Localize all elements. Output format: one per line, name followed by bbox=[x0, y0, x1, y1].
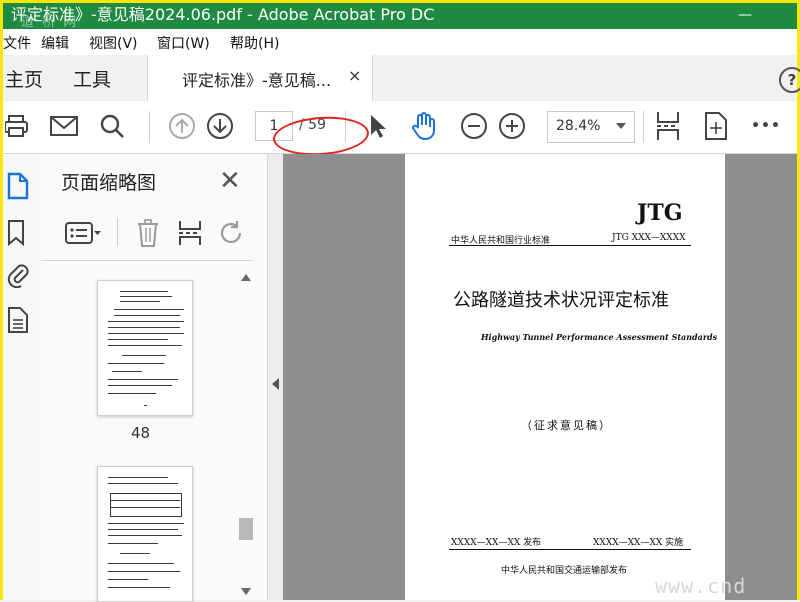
doc-title-en: Highway Tunnel Performance Assessment St… bbox=[481, 332, 718, 342]
page-thumbnail[interactable] bbox=[97, 280, 193, 416]
menu-view[interactable]: 视图(V) bbox=[89, 33, 138, 53]
extract-pages-icon[interactable] bbox=[175, 218, 205, 248]
scroll-down-icon[interactable] bbox=[241, 588, 251, 595]
chevron-down-icon bbox=[616, 123, 626, 129]
close-panel-button[interactable]: ✕ bbox=[219, 166, 241, 196]
panel-splitter[interactable] bbox=[267, 154, 284, 600]
navigation-pane bbox=[3, 154, 42, 600]
toolbar-divider bbox=[149, 111, 150, 143]
pdf-page: JTG 中华人民共和国行业标准 JTG XXX—XXXX 公路隧道技术状况评定标… bbox=[405, 154, 725, 600]
fit-page-icon[interactable] bbox=[653, 111, 683, 141]
site-watermark: www.cnd bbox=[655, 574, 747, 598]
collapse-panel-icon[interactable] bbox=[272, 378, 279, 390]
title-bar: 道 桥 网 评定标准》-意见稿2024.06.pdf - Adobe Acrob… bbox=[3, 3, 797, 29]
doc-title: 公路隧道技术状况评定标准 bbox=[453, 290, 669, 311]
panel-title: 页面缩略图 bbox=[61, 172, 157, 194]
thumbnails-scrollbar[interactable] bbox=[239, 272, 253, 600]
tab-document-label: 评定标准》-意见稿... bbox=[182, 71, 332, 90]
rotate-view-icon[interactable] bbox=[701, 111, 731, 141]
delete-icon[interactable] bbox=[133, 218, 163, 248]
zoom-dropdown[interactable]: 28.4% bbox=[547, 111, 635, 143]
document-view[interactable]: JTG 中华人民共和国行业标准 JTG XXX—XXXX 公路隧道技术状况评定标… bbox=[283, 154, 797, 600]
minimize-button[interactable]: — bbox=[733, 3, 757, 27]
menu-window[interactable]: 窗口(W) bbox=[157, 33, 210, 53]
menu-help[interactable]: 帮助(H) bbox=[230, 33, 279, 53]
doc-rule bbox=[449, 549, 691, 550]
options-menu-icon[interactable] bbox=[63, 218, 103, 248]
zoom-value: 28.4% bbox=[556, 118, 601, 134]
layers-icon[interactable] bbox=[7, 306, 29, 333]
doc-draft-label: （征求意见稿） bbox=[521, 419, 612, 432]
menu-file[interactable]: 文件 bbox=[3, 33, 31, 53]
menu-bar: 文件 编辑 视图(V) 窗口(W) 帮助(H) bbox=[3, 29, 797, 55]
close-tab-button[interactable]: × bbox=[348, 66, 361, 85]
more-tools-icon[interactable]: ••• bbox=[751, 111, 781, 141]
page-thumbnail[interactable] bbox=[97, 466, 193, 602]
attachment-icon[interactable] bbox=[7, 260, 29, 289]
tab-tools[interactable]: 工具 bbox=[73, 65, 111, 92]
tab-home[interactable]: 主页 bbox=[5, 65, 43, 92]
window-title: 评定标准》-意见稿2024.06.pdf - Adobe Acrobat Pro… bbox=[11, 5, 435, 24]
help-icon[interactable]: ? bbox=[779, 67, 800, 93]
doc-publish-date: XXXX—XX—XX 发布 bbox=[451, 538, 542, 548]
search-icon[interactable] bbox=[97, 111, 127, 141]
scrollbar-thumb[interactable] bbox=[239, 518, 253, 540]
doc-issuer: 中华人民共和国交通运输部发布 bbox=[501, 566, 628, 576]
tab-bar: 主页 工具 评定标准》-意见稿... × ? bbox=[3, 55, 800, 102]
menu-edit[interactable]: 编辑 bbox=[41, 33, 69, 53]
toolbar: 1 / 59 28.4% ••• bbox=[3, 101, 797, 154]
tab-document[interactable]: 评定标准》-意见稿... × bbox=[147, 55, 373, 101]
next-page-icon[interactable] bbox=[205, 111, 235, 141]
page-thumbnails-icon[interactable] bbox=[7, 172, 29, 200]
print-icon[interactable] bbox=[3, 111, 33, 141]
thumbnail-page-number: 48 bbox=[131, 424, 151, 442]
mail-icon[interactable] bbox=[49, 111, 79, 141]
thumbnails-panel: 页面缩略图 ✕ 48 bbox=[41, 154, 267, 602]
zoom-out-icon[interactable] bbox=[459, 111, 489, 141]
scroll-up-icon[interactable] bbox=[241, 274, 251, 281]
doc-code: JTG bbox=[637, 200, 683, 226]
bookmark-icon[interactable] bbox=[7, 220, 29, 247]
toolbar-divider bbox=[117, 218, 118, 246]
thumbnail-toolbar bbox=[41, 204, 253, 261]
toolbar-divider bbox=[643, 111, 644, 143]
doc-rule bbox=[449, 245, 691, 246]
zoom-in-icon[interactable] bbox=[497, 111, 527, 141]
hand-tool-icon[interactable] bbox=[409, 111, 439, 141]
previous-page-icon[interactable] bbox=[167, 111, 197, 141]
doc-implement-date: XXXX—XX—XX 实施 bbox=[593, 538, 684, 548]
doc-std-number: JTG XXX—XXXX bbox=[612, 233, 686, 243]
undo-icon[interactable] bbox=[217, 218, 247, 248]
